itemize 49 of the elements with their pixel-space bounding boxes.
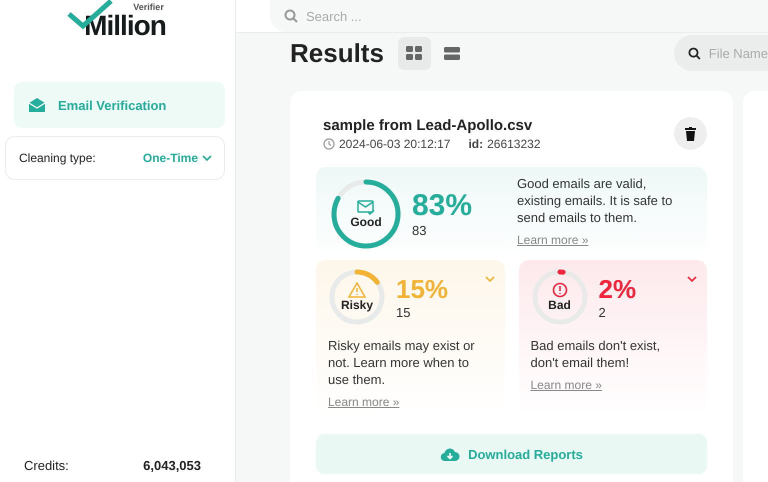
grid-icon [406,46,422,60]
envelope-check-icon [357,198,375,214]
percentage: 83% [412,189,472,223]
credits-value: 6,043,053 [143,458,201,475]
envelope-icon [28,97,46,113]
count: 15 [396,305,412,320]
category-label: Risky [340,298,374,312]
description: Bad emails don't exist, don't email them! [530,338,662,372]
file-name: sample from Lead-Apollo.csv [323,117,534,134]
trash-icon [685,126,696,140]
grid-view-button[interactable] [398,36,431,70]
learn-more-link[interactable]: Learn more » [328,394,400,409]
file-name-search-field[interactable]: File Name [674,35,768,71]
count: 2 [598,305,607,320]
timestamp: 2024-06-03 20:12:17 [339,137,450,151]
list-icon [444,46,460,60]
search-field[interactable]: Search ... [270,0,768,32]
warning-icon [348,282,366,298]
id-label: id: [468,137,484,151]
nav-item[interactable]: Email Verification [14,82,225,128]
progress-ring [532,270,587,324]
logo-subtitle: Verifier [133,3,164,12]
chevron-down-icon[interactable] [202,154,212,162]
cleaning-type-select[interactable]: Cleaning type: One-Time [5,136,225,180]
alert-circle-icon [550,282,568,298]
download-reports-button[interactable]: Download Reports [316,434,707,474]
chevron-down-icon[interactable] [687,276,697,283]
cleaning-type-label: Cleaning type: [19,151,96,165]
description: Good emails are valid, existing emails. It is safe to send emails to them. [517,176,674,227]
progress-ring [330,270,384,324]
percentage: 2% [598,274,636,305]
page-title: Results [290,38,384,68]
description: Risky emails may exist or not. Learn more when to use them. [328,338,476,389]
id-value: 26613232 [487,137,540,151]
credits-label: Credits: [24,458,69,475]
cleaning-type-value[interactable]: One-Time [142,151,212,165]
clock-icon [323,138,335,150]
cloud-download-icon [440,446,460,462]
search-icon [284,9,298,23]
category-label: Good [350,214,382,228]
category-label: Bad [548,298,571,312]
learn-more-link[interactable]: Learn more » [517,232,588,247]
search-icon [688,46,701,60]
delete-button[interactable] [674,117,707,150]
count: 83 [412,223,428,238]
logo-wordmark: Million [84,12,166,40]
learn-more-link[interactable]: Learn more » [530,378,602,392]
progress-ring [332,179,400,248]
percentage: 15% [396,274,448,305]
